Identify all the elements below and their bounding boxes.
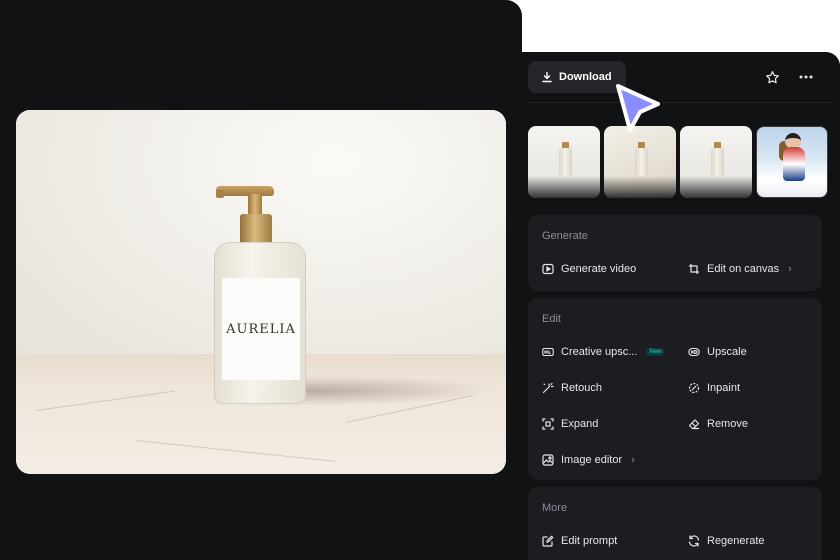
refresh-icon [688,535,700,547]
hd-icon [688,347,700,357]
star-icon [765,70,779,83]
product-label-text: AURELIA [226,321,296,337]
product-image[interactable]: AURELIA [16,110,506,474]
download-icon [542,71,552,83]
bottle-label: AURELIA [222,278,300,380]
inpaint-button[interactable]: Inpaint [688,382,740,394]
edit-prompt-icon [542,535,554,547]
play-square-icon [542,263,554,275]
pointer-cursor-icon [616,84,660,132]
creative-upscale-button[interactable]: Creative upsc... New [542,346,665,358]
more-section-title: More [542,502,568,514]
generate-video-label: Generate video [561,263,637,275]
thumbnail-item[interactable] [528,126,600,198]
actions-sidebar: Download Generate Generate video Edit on… [522,52,840,560]
thumb-bottle [711,148,724,176]
thumb-fade [680,176,752,198]
inpaint-label: Inpaint [707,382,741,394]
edit-on-canvas-button[interactable]: Edit on canvas › [688,263,792,275]
chevron-right-icon: › [631,454,635,466]
generate-video-button[interactable]: Generate video [542,263,636,275]
more-options-button[interactable] [796,67,816,87]
thumb-skier-body [783,147,805,181]
regenerate-button[interactable]: Regenerate [688,535,765,547]
image-editor-button[interactable]: Image editor › [542,454,635,466]
upscale-label: Upscale [707,346,747,358]
regenerate-label: Regenerate [707,535,765,547]
generate-section-title: Generate [542,230,588,242]
creative-upscale-label: Creative upsc... [561,346,638,358]
upscale-button[interactable]: Upscale [688,346,747,358]
more-section: More Edit prompt Regenerate [528,487,822,560]
expand-button[interactable]: Expand [542,418,598,430]
expand-icon [542,418,554,430]
retouch-button[interactable]: Retouch [542,382,602,394]
thumb-fade [528,176,600,198]
crop-frame-icon [689,264,699,274]
thumbnail-item[interactable] [756,126,828,198]
bottle-collar [240,214,272,244]
variation-thumbnails [528,126,840,200]
retouch-label: Retouch [561,382,602,394]
download-label: Download [559,71,612,83]
thumb-fade [604,176,676,198]
inpaint-icon [688,382,700,394]
bottle-pump-stem [248,194,262,216]
expand-label: Expand [561,418,599,430]
remove-label: Remove [707,418,748,430]
eraser-icon [688,419,700,430]
edit-on-canvas-label: Edit on canvas [707,263,780,275]
thumbnail-item[interactable] [680,126,752,198]
magic-wand-icon [542,382,554,394]
new-badge: New [646,348,665,356]
image-edit-icon [542,454,554,466]
remove-button[interactable]: Remove [688,418,748,430]
sidebar-toolbar: Download [528,61,834,103]
thumb-bottle [559,148,572,176]
image-preview-panel: AURELIA [0,0,522,560]
generate-section: Generate Generate video Edit on canvas › [528,215,822,291]
image-editor-label: Image editor [561,454,623,466]
edit-prompt-label: Edit prompt [561,535,618,547]
hd-plus-icon [542,347,554,357]
thumb-bottle [635,148,648,176]
edit-section: Edit Creative upsc... New Upscale Retouc… [528,298,822,480]
edit-section-title: Edit [542,313,561,325]
chevron-right-icon: › [788,263,792,275]
bottle-nozzle-tip [216,190,224,198]
more-horizontal-icon [799,75,813,79]
favorite-button[interactable] [762,67,782,87]
bottle-pump-nozzle [216,186,274,196]
edit-prompt-button[interactable]: Edit prompt [542,535,617,547]
